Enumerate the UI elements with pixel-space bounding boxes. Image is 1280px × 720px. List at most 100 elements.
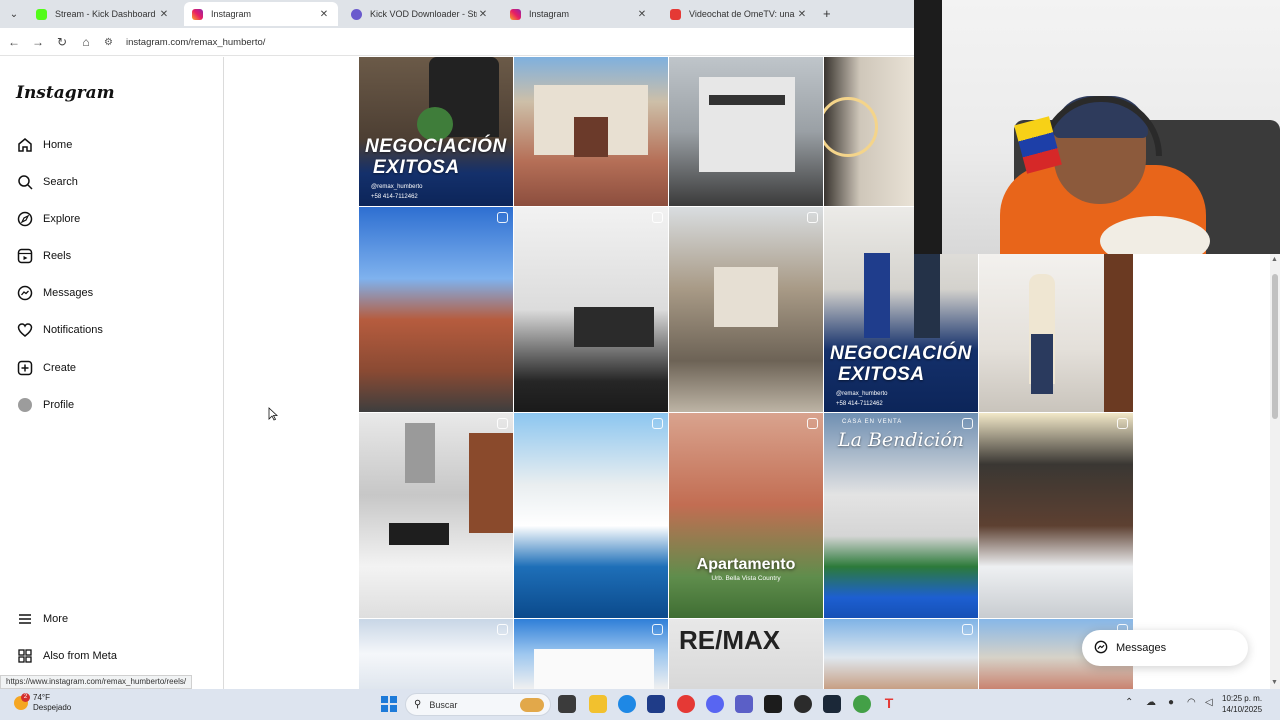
sidebar-item-search[interactable]: Search — [16, 170, 78, 194]
steam-icon[interactable] — [823, 695, 841, 713]
sidebar-item-home[interactable]: Home — [16, 133, 72, 157]
post-thumbnail-apartamento[interactable]: Apartamento Urb. Bella Vista Country — [669, 413, 823, 618]
chrome-active-icon[interactable] — [853, 695, 871, 713]
close-tab-icon[interactable]: ✕ — [477, 9, 489, 20]
edge-browser-icon[interactable] — [618, 695, 636, 713]
windows-start-icon[interactable] — [381, 696, 397, 712]
scroll-thumb[interactable] — [1272, 274, 1278, 419]
tab-kick-dashboard[interactable]: Stream - Kick Dashboard ✕ — [28, 2, 178, 26]
post-thumbnail-la-bendicion[interactable]: CASA EN VENTA La Bendición — [824, 413, 978, 618]
reel-icon — [962, 624, 973, 635]
instagram-sidebar: Instagram Home Search Explore Reels Mess… — [0, 57, 224, 689]
url-field[interactable]: ⚙ instagram.com/remax_humberto/ — [104, 32, 904, 52]
site-info-icon[interactable]: ⚙ — [104, 37, 120, 48]
wifi-icon[interactable]: ◠ — [1187, 697, 1196, 708]
tray-chevron-icon[interactable]: ⌃ — [1125, 697, 1133, 708]
sidebar-item-notifications[interactable]: Notifications — [16, 318, 103, 342]
post-thumbnail-modern-kitchen[interactable] — [979, 413, 1133, 618]
post-thumbnail-townhouse[interactable] — [514, 57, 668, 206]
system-clock[interactable]: 10:25 p. m. 14/10/2025 — [1222, 693, 1262, 715]
obs-icon[interactable] — [794, 695, 812, 713]
post-thumbnail-remax-office[interactable]: RE/MAX — [669, 619, 823, 689]
multi-image-icon — [652, 212, 663, 223]
post-overlay-handle: @remax_humberto — [836, 391, 888, 397]
post-thumbnail-white-building[interactable] — [514, 619, 668, 689]
house-door — [574, 117, 608, 157]
cloud-icon[interactable]: ☁ — [1146, 697, 1156, 708]
tab-title: Instagram — [529, 9, 570, 19]
post-thumbnail-sky-building[interactable] — [359, 619, 513, 689]
app-icon[interactable] — [764, 695, 782, 713]
post-overlay-title: NEGOCIACIÓN — [365, 136, 507, 157]
close-tab-icon[interactable]: ✕ — [318, 9, 330, 20]
post-thumbnail-pool-house[interactable] — [514, 413, 668, 618]
wood-panel — [1104, 254, 1133, 412]
post-overlay-title: La Bendición — [837, 429, 965, 451]
sidebar-item-profile[interactable]: Profile — [16, 393, 74, 417]
range-hood — [405, 423, 435, 483]
volume-icon[interactable]: ◁ — [1205, 697, 1213, 708]
post-thumbnail-apartment-tower[interactable] — [359, 207, 513, 412]
home-page-icon[interactable]: ⌂ — [78, 34, 94, 50]
new-tab-plus-icon[interactable]: + — [823, 6, 831, 21]
explore-icon — [16, 210, 34, 228]
post-overlay-caption: CASA EN VENTA — [842, 419, 903, 425]
tab-title: Stream - Kick Dashboard — [55, 9, 156, 19]
sidebar-item-reels[interactable]: Reels — [16, 244, 71, 268]
multi-image-icon — [807, 212, 818, 223]
tab-title: Kick VOD Downloader - Stream — [370, 9, 477, 19]
forward-arrow-icon[interactable]: → — [30, 34, 46, 50]
messenger-icon — [1094, 640, 1108, 657]
post-thumbnail-agent-selfie[interactable] — [979, 254, 1133, 412]
home-icon — [16, 136, 34, 154]
post-thumbnail-interior[interactable] — [824, 57, 914, 206]
instagram-logo[interactable]: Instagram — [16, 83, 115, 103]
post-thumbnail-city-view[interactable] — [824, 619, 978, 689]
weather-widget[interactable]: 2 74°F Despejado — [14, 693, 71, 713]
balcony-rail — [709, 95, 785, 105]
text-app-icon[interactable]: T — [880, 695, 898, 713]
tab-kick-vod-downloader[interactable]: Kick VOD Downloader - Stream ✕ — [343, 2, 497, 26]
sidebar-item-create[interactable]: Create — [16, 356, 76, 380]
taskbar-search-box[interactable]: ⚲ Buscar — [405, 693, 551, 716]
tab-instagram[interactable]: Instagram ✕ — [502, 2, 656, 26]
page-scrollbar[interactable]: ▲ ▼ — [1270, 254, 1280, 689]
close-tab-icon[interactable]: ✕ — [636, 9, 648, 20]
scroll-down-arrow-icon[interactable]: ▼ — [1271, 679, 1279, 687]
post-thumbnail-negociacion-1[interactable]: NEGOCIACIÓN EXITOSA @remax_humberto +58 … — [359, 57, 513, 206]
reel-icon — [807, 418, 818, 429]
multi-image-icon — [497, 212, 508, 223]
post-thumbnail-modern-house[interactable] — [669, 57, 823, 206]
instagram-favicon-icon — [510, 8, 521, 20]
microphone-icon[interactable]: ● — [1168, 697, 1174, 708]
tab-instagram-active[interactable]: Instagram ✕ — [184, 2, 338, 26]
sidebar-item-messages[interactable]: Messages — [16, 281, 93, 305]
plus-square-icon — [16, 359, 34, 377]
tab-ometv[interactable]: Videochat de OmeTV: una alte ✕ — [662, 2, 816, 26]
teams-icon[interactable] — [735, 695, 753, 713]
store-icon[interactable] — [647, 695, 665, 713]
house-facade — [714, 267, 778, 327]
sidebar-item-also-from-meta[interactable]: Also from Meta — [16, 644, 117, 668]
sidebar-item-more[interactable]: More — [16, 607, 68, 631]
sidebar-item-explore[interactable]: Explore — [16, 207, 80, 231]
discord-icon[interactable] — [706, 695, 724, 713]
back-arrow-icon[interactable]: ← — [6, 34, 22, 50]
file-explorer-icon[interactable] — [589, 695, 607, 713]
reload-icon[interactable]: ↻ — [54, 34, 70, 50]
door-edge — [914, 0, 942, 254]
scroll-up-arrow-icon[interactable]: ▲ — [1271, 256, 1279, 264]
tab-search-chevron-icon[interactable]: ⌄ — [6, 6, 22, 22]
sidebar-item-label: More — [43, 613, 69, 625]
close-tab-icon[interactable]: ✕ — [796, 9, 808, 20]
task-view-icon[interactable] — [558, 695, 576, 713]
instagram-favicon-icon — [192, 8, 203, 20]
post-thumbnail-stone-house[interactable] — [669, 207, 823, 412]
chrome-icon[interactable] — [677, 695, 695, 713]
messages-floating-button[interactable]: Messages — [1082, 630, 1248, 666]
close-tab-icon[interactable]: ✕ — [158, 9, 170, 20]
heart-icon — [16, 321, 34, 339]
post-thumbnail-kitchen[interactable] — [359, 413, 513, 618]
windows-taskbar: 2 74°F Despejado ⚲ Buscar T ⌃ ☁ ● ◠ ◁ 10… — [0, 689, 1280, 720]
post-thumbnail-dining-room[interactable] — [514, 207, 668, 412]
